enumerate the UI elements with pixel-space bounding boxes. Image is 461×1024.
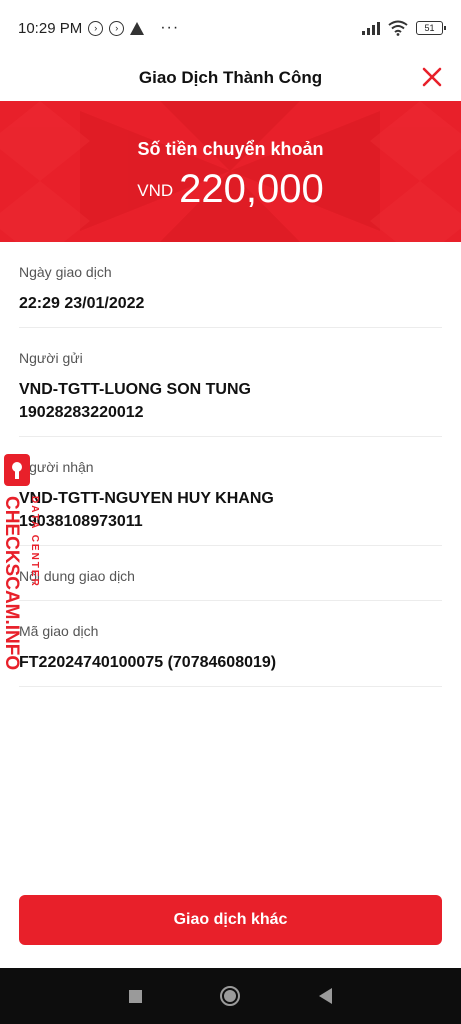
detail-label: Người gửi bbox=[19, 350, 83, 366]
close-button[interactable] bbox=[415, 60, 449, 94]
detail-row-reference: Mã giao dịch FT22024740100075 (707846080… bbox=[19, 601, 442, 687]
detail-row-recipient: Người nhận VND-TGTT-NGUYEN HUY KHANG 190… bbox=[19, 437, 442, 546]
recents-button[interactable] bbox=[129, 989, 143, 1003]
amount-label: Số tiền chuyển khoản bbox=[137, 139, 324, 159]
wifi-icon bbox=[388, 20, 408, 36]
detail-label: Ngày giao dịch bbox=[19, 264, 112, 280]
detail-row-sender: Người gửi VND-TGTT-LUONG SON TUNG 190282… bbox=[19, 328, 442, 437]
status-bar: 10:29 PM › › ··· 51 bbox=[0, 0, 461, 56]
signal-icon bbox=[362, 21, 380, 35]
currency-code: VND bbox=[137, 181, 174, 200]
app-header: Giao Dịch Thành Công bbox=[0, 56, 461, 100]
detail-value: VND-TGTT-LUONG SON TUNG bbox=[19, 381, 251, 398]
status-left: 10:29 PM › › ··· bbox=[18, 19, 179, 37]
amount-value: 220,000 bbox=[179, 167, 324, 211]
close-icon bbox=[422, 67, 442, 87]
amount-banner: Số tiền chuyển khoản VND 220,000 bbox=[0, 101, 461, 242]
sync-icon: › bbox=[88, 20, 104, 36]
detail-value: 22:29 23/01/2022 bbox=[19, 295, 145, 312]
status-time: 10:29 PM bbox=[18, 19, 83, 37]
detail-value: VND-TGTT-NGUYEN HUY KHANG bbox=[19, 490, 274, 507]
detail-row-content: Nội dung giao dịch bbox=[19, 546, 442, 601]
detail-row-date: Ngày giao dịch 22:29 23/01/2022 bbox=[19, 242, 442, 328]
system-nav-bar bbox=[0, 968, 461, 1024]
status-right: 51 bbox=[362, 20, 446, 36]
warning-icon bbox=[130, 21, 145, 35]
back-button[interactable] bbox=[318, 988, 332, 1004]
detail-label: Người nhận bbox=[19, 459, 94, 475]
other-transaction-button[interactable]: Giao dịch khác bbox=[19, 895, 442, 945]
detail-label: Mã giao dịch bbox=[19, 623, 99, 639]
amount-display: VND 220,000 bbox=[0, 167, 461, 212]
more-notifications-icon: ··· bbox=[160, 19, 180, 36]
battery-icon: 51 bbox=[416, 21, 446, 35]
detail-value: 19038108973011 bbox=[19, 513, 143, 530]
sync-icon: › bbox=[109, 20, 125, 36]
detail-value: FT22024740100075 (70784608019) bbox=[19, 654, 277, 671]
detail-value: 19028283220012 bbox=[19, 404, 144, 421]
home-button[interactable] bbox=[220, 986, 241, 1006]
transaction-details: Ngày giao dịch 22:29 23/01/2022 Người gử… bbox=[19, 242, 442, 687]
page-title: Giao Dịch Thành Công bbox=[138, 68, 323, 87]
detail-label: Nội dung giao dịch bbox=[19, 568, 135, 584]
